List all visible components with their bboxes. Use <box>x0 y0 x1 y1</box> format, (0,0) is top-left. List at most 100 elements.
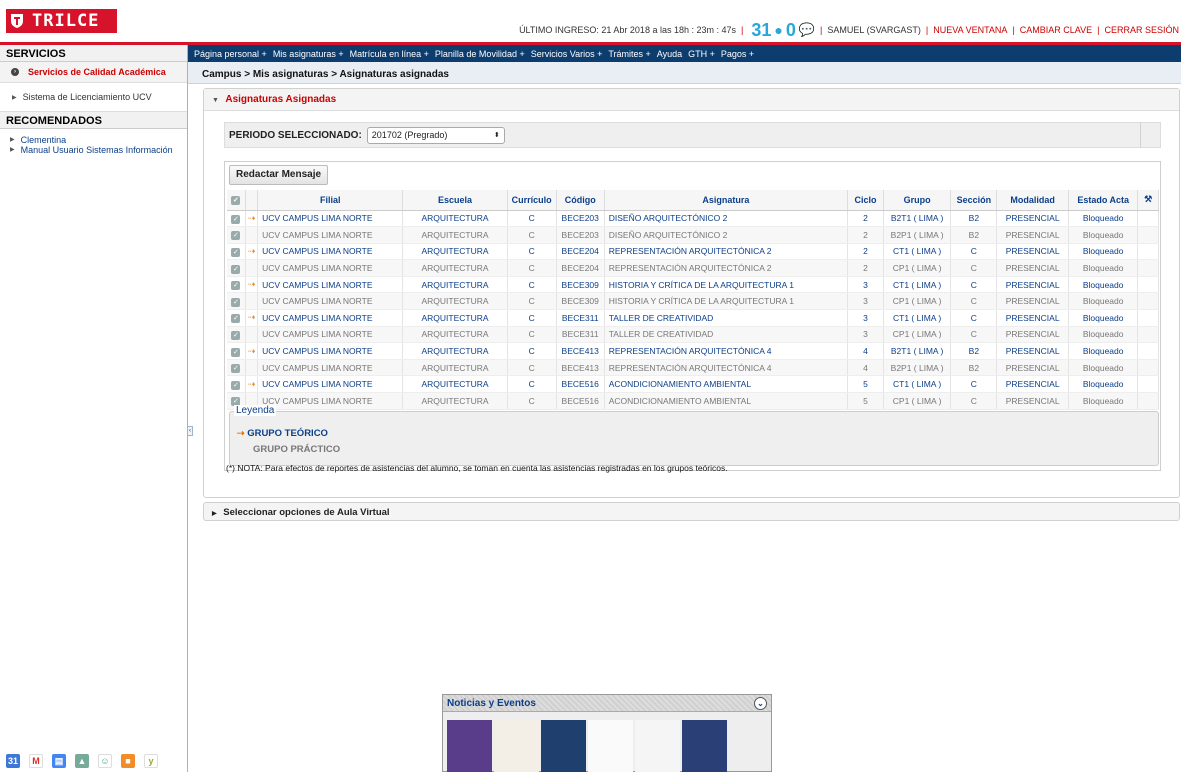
row-checkbox[interactable]: ✓ <box>227 375 246 394</box>
news-thumbnail[interactable] <box>682 720 727 772</box>
compose-message-button[interactable]: Redactar Mensaje <box>229 165 329 185</box>
row-checkbox[interactable]: ✓ <box>227 276 246 294</box>
menu-gth[interactable]: GTH + <box>685 49 718 59</box>
cell-est[interactable]: Bloqueado <box>1068 259 1139 277</box>
col-curriculo[interactable]: Currículo <box>507 190 557 211</box>
cell-est[interactable]: Bloqueado <box>1068 276 1139 294</box>
cell-sec: B2 <box>950 342 998 360</box>
cell-sec: C <box>950 309 998 327</box>
cell-est[interactable]: Bloqueado <box>1068 359 1139 377</box>
cell-asig: ACONDICIONAMIENTO AMBIENTAL <box>604 392 849 410</box>
logout-link[interactable]: CERRAR SESIÓN <box>1104 25 1179 35</box>
col-filial[interactable]: Filial <box>257 190 404 211</box>
legend-practice: GRUPO PRÁCTICO <box>253 444 341 455</box>
change-password-link[interactable]: CAMBIAR CLAVE <box>1020 25 1092 35</box>
col-grupo[interactable]: Grupo <box>883 190 952 211</box>
cell-cod: BECE203 <box>556 210 605 228</box>
news-thumbnail[interactable] <box>588 720 633 772</box>
row-checkbox[interactable]: ✓ <box>227 342 246 360</box>
table-row[interactable]: ✓ UCV CAMPUS LIMA NORTE ARQUITECTURA C BECE3… <box>227 292 1159 311</box>
table-row[interactable]: ✓ UCV CAMPUS LIMA NORTE ARQUITECTURA C BECE3… <box>227 326 1159 344</box>
menu-help[interactable]: Ayuda <box>654 49 685 59</box>
virtual-classroom-panel[interactable]: ▶ Seleccionar opciones de Aula Virtual <box>203 502 1180 521</box>
menu-payments[interactable]: Pagos + <box>718 49 757 59</box>
col-estado-acta[interactable]: Estado Acta <box>1068 190 1139 211</box>
cell-asig: HISTORIA Y CRÍTICA DE LA ARQUITECTURA 1 <box>604 276 849 294</box>
cell-est[interactable]: Bloqueado <box>1068 210 1139 228</box>
col-codigo[interactable]: Código <box>556 190 605 211</box>
cell-asig: REPRESENTACIÓN ARQUITECTÓNICA 2 <box>604 259 849 277</box>
calendar-day[interactable]: 31 <box>751 20 771 41</box>
table-row[interactable]: ✓ ⇢ UCV CAMPUS LIMA NORTE ARQUITECTURA C BECE… <box>227 342 1159 360</box>
table-row[interactable]: ✓ ⇢ UCV CAMPUS LIMA NORTE ARQUITECTURA C BECE… <box>227 243 1159 261</box>
new-window-link[interactable]: NUEVA VENTANA <box>933 25 1007 35</box>
docs-icon[interactable]: ▤ <box>52 754 66 768</box>
col-asignatura[interactable]: Asignatura <box>604 190 849 211</box>
panel-header[interactable]: ▼ Asignaturas Asignadas <box>204 89 1179 111</box>
cell-ciclo: 5 <box>847 392 884 410</box>
col-escuela[interactable]: Escuela <box>402 190 508 211</box>
cell-est[interactable]: Bloqueado <box>1068 243 1139 261</box>
chevron-down-icon[interactable]: ⌄ <box>754 696 767 710</box>
news-thumbnail[interactable] <box>494 720 539 772</box>
table-row[interactable]: ✓ UCV CAMPUS LIMA NORTE ARQUITECTURA C BECE2… <box>227 259 1159 277</box>
cell-est[interactable]: Bloqueado <box>1068 292 1139 311</box>
gmail-icon[interactable]: M <box>29 754 43 768</box>
trilce-logo[interactable]: TRILCE <box>6 9 117 33</box>
menu-procedures[interactable]: Trámites + <box>605 49 653 59</box>
table-row[interactable]: ✓ ⇢ UCV CAMPUS LIMA NORTE ARQUITECTURA C BECE… <box>227 210 1159 228</box>
main-menu: Página personal + Mis asignaturas + Matr… <box>188 45 1181 62</box>
col-seccion[interactable]: Sección <box>950 190 998 211</box>
menu-personal[interactable]: Página personal + <box>191 49 270 59</box>
row-checkbox[interactable]: ✓ <box>227 326 246 344</box>
groups-icon[interactable]: ☺ <box>98 754 112 768</box>
col-modalidad[interactable]: Modalidad <box>996 190 1069 211</box>
period-select[interactable]: 201702 (Pregrado) ⬍ <box>366 126 505 144</box>
table-row[interactable]: ✓ UCV CAMPUS LIMA NORTE ARQUITECTURA C BECE2… <box>227 226 1159 244</box>
menu-enrollment[interactable]: Matrícula en línea + <box>347 49 432 59</box>
select-all-checkbox[interactable]: ✓ <box>227 190 246 211</box>
row-checkbox[interactable]: ✓ <box>227 309 246 327</box>
cell-est[interactable]: Bloqueado <box>1068 309 1139 327</box>
row-checkbox[interactable]: ✓ <box>227 359 246 377</box>
school-icon[interactable]: ▲ <box>75 754 89 768</box>
app-dock: 31 M ▤ ▲ ☺ ■ y <box>6 754 158 768</box>
calendar-icon[interactable]: 31 <box>6 754 20 768</box>
row-checkbox[interactable]: ✓ <box>227 210 246 228</box>
recommended-item-manual[interactable]: ▶ Manual Usuario Sistemas Información <box>10 145 177 155</box>
settings-icon[interactable]: ⚒ <box>1137 190 1159 211</box>
cell-est[interactable]: Bloqueado <box>1068 326 1139 344</box>
row-checkbox[interactable]: ✓ <box>227 226 246 244</box>
sidebar-collapse-toggle[interactable]: ‹ <box>187 426 193 436</box>
cell-ciclo: 5 <box>847 375 884 394</box>
last-login: ÚLTIMO INGRESO: 21 Abr 2018 a las 18h : … <box>519 25 736 35</box>
sidebar-item-quality[interactable]: › Servicios de Calidad Académica <box>0 62 187 83</box>
yammer-icon[interactable]: y <box>144 754 158 768</box>
row-checkbox[interactable]: ✓ <box>227 292 246 311</box>
row-checkbox[interactable]: ✓ <box>227 259 246 277</box>
table-row[interactable]: ✓ ⇢ UCV CAMPUS LIMA NORTE ARQUITECTURA C BECE… <box>227 375 1159 394</box>
cell-est[interactable]: Bloqueado <box>1068 226 1139 244</box>
news-thumbnail[interactable] <box>541 720 586 772</box>
col-ciclo[interactable]: Ciclo <box>847 190 884 211</box>
chat-icon[interactable]: 💬 <box>799 22 815 38</box>
news-thumbnail[interactable] <box>447 720 492 772</box>
recommended-item-clementina[interactable]: ▶ Clementina <box>10 135 177 145</box>
cell-est[interactable]: Bloqueado <box>1068 342 1139 360</box>
cell-est[interactable]: Bloqueado <box>1068 375 1139 394</box>
cell-filial: UCV CAMPUS LIMA NORTE <box>257 342 404 360</box>
menu-mobility[interactable]: Planilla de Movilidad + <box>432 49 528 59</box>
users-icon[interactable]: ● <box>774 22 782 38</box>
table-row[interactable]: ✓ ⇢ UCV CAMPUS LIMA NORTE ARQUITECTURA C BECE… <box>227 309 1159 327</box>
notification-count[interactable]: 0 <box>786 20 796 41</box>
menu-services[interactable]: Servicios Varios + <box>528 49 606 59</box>
sidebar-item-licensing[interactable]: ▶ Sistema de Licenciamiento UCV <box>0 83 187 112</box>
office-icon[interactable]: ■ <box>121 754 135 768</box>
table-row[interactable]: ✓ UCV CAMPUS LIMA NORTE ARQUITECTURA C BECE5… <box>227 392 1159 410</box>
cell-est[interactable]: Bloqueado <box>1068 392 1139 410</box>
news-thumbnail[interactable] <box>635 720 680 772</box>
table-row[interactable]: ✓ UCV CAMPUS LIMA NORTE ARQUITECTURA C BECE4… <box>227 359 1159 377</box>
menu-my-courses[interactable]: Mis asignaturas + <box>270 49 347 59</box>
row-checkbox[interactable]: ✓ <box>227 243 246 261</box>
table-row[interactable]: ✓ ⇢ UCV CAMPUS LIMA NORTE ARQUITECTURA C BECE… <box>227 276 1159 294</box>
